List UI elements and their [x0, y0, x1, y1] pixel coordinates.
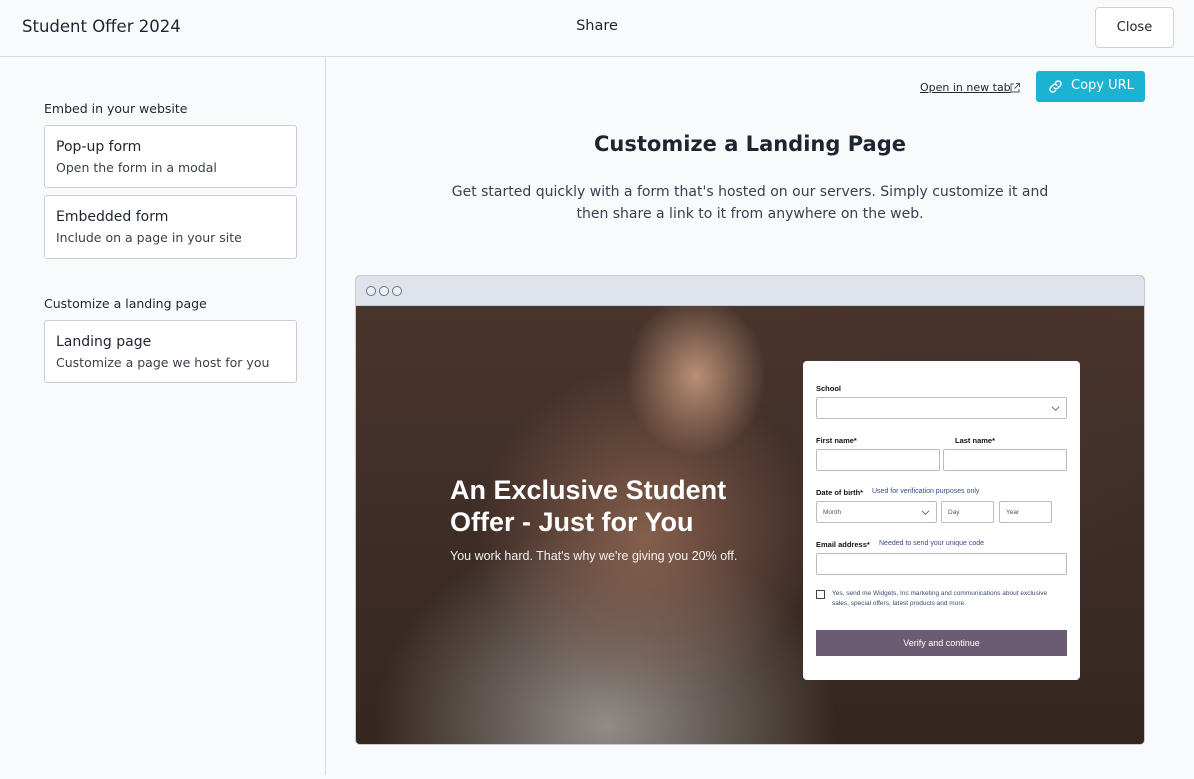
consent-checkbox[interactable] [816, 590, 825, 599]
hero-subtitle: You work hard. That's why we're giving y… [450, 549, 738, 563]
page-title: Customize a Landing Page [594, 132, 906, 156]
first-name-field[interactable] [816, 449, 940, 471]
window-dot-icon [392, 286, 402, 296]
email-field[interactable] [816, 553, 1067, 575]
option-title: Embedded form [56, 209, 169, 225]
option-description: Open the form in a modal [56, 160, 217, 175]
link-icon [1049, 80, 1062, 93]
popup-form-option[interactable]: Pop-up form Open the form in a modal [44, 125, 297, 188]
option-description: Include on a page in your site [56, 230, 242, 245]
landing-page-preview: An Exclusive Student Offer - Just for Yo… [355, 275, 1145, 745]
hero-photo: An Exclusive Student Offer - Just for Yo… [356, 306, 1144, 744]
page-description: Get started quickly with a form that's h… [451, 184, 1049, 222]
hero-title: An Exclusive Student Offer - Just for Yo… [450, 475, 727, 537]
chevron-down-icon [1051, 406, 1060, 411]
first-name-label: First name* [816, 436, 857, 445]
verify-continue-button[interactable]: Verify and continue [816, 630, 1067, 656]
month-select[interactable]: Month [816, 501, 937, 523]
day-placeholder: Day [948, 509, 960, 516]
school-select[interactable] [816, 397, 1067, 419]
close-button[interactable]: Close [1095, 7, 1174, 48]
email-hint: Needed to send your unique code [879, 540, 985, 547]
month-placeholder: Month [823, 509, 842, 516]
email-label: Email address* [816, 540, 870, 549]
year-field[interactable]: Year [999, 501, 1052, 523]
window-dot-icon [379, 286, 389, 296]
dob-label: Date of birth* [816, 488, 864, 497]
school-label: School [816, 384, 842, 393]
option-title: Pop-up form [56, 139, 142, 155]
landing-page-option[interactable]: Landing page Customize a page we host fo… [44, 320, 297, 383]
last-name-field[interactable] [943, 449, 1067, 471]
share-title: Share [576, 18, 618, 34]
copy-url-button[interactable]: Copy URL [1036, 71, 1145, 102]
external-link-icon[interactable] [1009, 82, 1021, 94]
embedded-form-option[interactable]: Embedded form Include on a page in your … [44, 195, 297, 259]
year-placeholder: Year [1006, 509, 1020, 516]
browser-toolbar [356, 276, 1144, 306]
day-field[interactable]: Day [941, 501, 994, 523]
landing-section-heading: Customize a landing page [44, 296, 207, 311]
top-bar: Student Offer 2024 Share Close [0, 0, 1194, 57]
embed-section-heading: Embed in your website [44, 101, 188, 116]
consent-text: Yes, send me Widgets, Inc marketing and … [832, 590, 1048, 607]
window-dot-icon [366, 286, 376, 296]
sidebar: Embed in your website Pop-up form Open t… [0, 57, 326, 775]
dob-hint: Used for verification purposes only [872, 488, 980, 495]
copy-url-label: Copy URL [1071, 78, 1134, 93]
signup-form: School First name* Last name* Date of bi… [803, 361, 1080, 680]
option-title: Landing page [56, 334, 152, 350]
option-description: Customize a page we host for you [56, 355, 270, 370]
last-name-label: Last name* [955, 436, 996, 445]
main-panel: Open in new tab Copy URL Customize a Lan… [326, 57, 1194, 779]
chevron-down-icon [921, 510, 930, 515]
open-in-new-tab-link[interactable]: Open in new tab [920, 81, 1011, 94]
